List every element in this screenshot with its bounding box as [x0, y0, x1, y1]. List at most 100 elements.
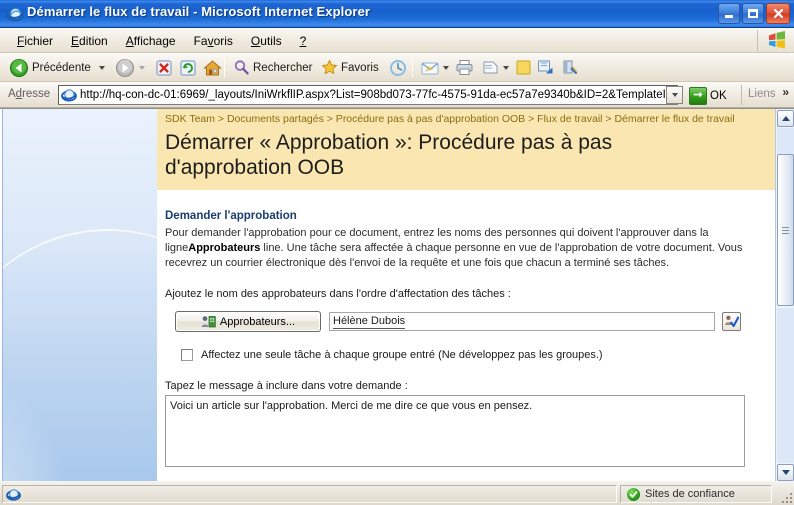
- page-viewport: SDK Team > Documents partagés > Procédur…: [0, 108, 794, 481]
- note-icon: [516, 60, 531, 75]
- message-textarea[interactable]: Voici un article sur l'approbation. Merc…: [165, 395, 745, 467]
- home-icon: [203, 59, 222, 75]
- discuss-button[interactable]: [512, 56, 535, 79]
- favorites-button[interactable]: Favoris: [318, 56, 382, 79]
- address-dropdown-button[interactable]: [666, 86, 683, 104]
- refresh-button[interactable]: [176, 56, 200, 79]
- approvers-picker-button[interactable]: Approbateurs...: [175, 311, 321, 332]
- scrollbar-thumb[interactable]: [777, 154, 794, 306]
- forward-arrow-icon: [116, 58, 134, 77]
- toolbar-overflow-icon[interactable]: »: [782, 85, 789, 99]
- security-zone-text: Sites de confiance: [645, 488, 735, 500]
- messenger-icon: [538, 60, 553, 74]
- approvers-input[interactable]: Hélène Dubois: [329, 312, 715, 331]
- stop-icon: [156, 60, 172, 75]
- security-zone-panel[interactable]: Sites de confiance: [620, 485, 772, 503]
- section-description-bold: Approbateurs: [188, 242, 261, 254]
- home-button[interactable]: [200, 56, 225, 79]
- scroll-down-button[interactable]: [777, 464, 794, 481]
- windows-flag-logo-icon: [767, 31, 787, 50]
- chevron-down-icon: [99, 65, 105, 70]
- printer-icon: [456, 60, 473, 75]
- page-vertical-scrollbar[interactable]: [775, 109, 794, 481]
- ie-status-icon: [6, 487, 21, 502]
- message-textarea-value: Voici un article sur l'approbation. Merc…: [170, 400, 533, 412]
- breadcrumb[interactable]: SDK Team > Documents partagés > Procédur…: [165, 113, 765, 126]
- refresh-icon: [180, 60, 196, 75]
- edit-page-icon: [483, 61, 498, 74]
- chevron-down-icon: [503, 65, 509, 70]
- menu-bar: Fichier Edition Affichage Favoris Outils…: [0, 28, 794, 53]
- forward-button[interactable]: [112, 56, 138, 79]
- chevron-down-icon: [139, 65, 145, 70]
- scrollbar-track-below[interactable]: [777, 308, 794, 463]
- address-divider: [741, 85, 742, 105]
- approvers-input-value: Hélène Dubois: [333, 314, 406, 329]
- mail-icon: [421, 62, 439, 74]
- scroll-up-button[interactable]: [777, 110, 794, 127]
- trusted-sites-check-icon: [627, 487, 640, 501]
- status-bar: Sites de confiance: [0, 481, 794, 505]
- ie-page-icon: [61, 87, 77, 103]
- links-bar-label[interactable]: Liens: [748, 88, 776, 100]
- ie-icon: [5, 5, 25, 23]
- go-arrow-icon: ➞: [689, 86, 707, 105]
- chevron-down-icon: [671, 93, 678, 97]
- print-button[interactable]: [452, 56, 477, 79]
- single-task-checkbox-row[interactable]: Affectez une seule tâche à chaque groupe…: [165, 348, 761, 362]
- back-dropdown-button[interactable]: [96, 56, 108, 79]
- edit-button[interactable]: [478, 56, 512, 79]
- minimize-button[interactable]: [718, 3, 740, 24]
- title-bar: Démarrer le flux de travail - Microsoft …: [0, 0, 794, 28]
- mail-button[interactable]: [418, 56, 452, 79]
- back-arrow-icon: [10, 58, 28, 77]
- page-title: Démarrer « Approbation »: Procédure pas …: [165, 131, 613, 179]
- approvers-row: Approbateurs... Hélène Dubois: [165, 311, 761, 332]
- section-title: Demander l'approbation: [165, 210, 297, 222]
- back-button[interactable]: Précédente: [6, 56, 94, 79]
- favorites-button-label: Favoris: [341, 61, 379, 74]
- forward-dropdown-button[interactable]: [136, 56, 148, 79]
- ie-browser-window: Démarrer le flux de travail - Microsoft …: [0, 0, 794, 505]
- search-button-label: Rechercher: [253, 61, 313, 74]
- toolbar-divider-2: [412, 58, 413, 77]
- menu-label-outils: utils: [260, 34, 282, 48]
- menu-label-fichier: ichier: [24, 34, 54, 48]
- menu-item-fichier[interactable]: Fichier: [8, 32, 62, 50]
- messenger-button[interactable]: [534, 56, 558, 79]
- menu-item-edition[interactable]: Edition: [62, 32, 117, 50]
- go-button[interactable]: ➞ OK: [689, 86, 727, 105]
- menu-item-outils[interactable]: Outils: [242, 32, 291, 50]
- check-names-button[interactable]: [722, 312, 741, 331]
- search-button[interactable]: Rechercher: [230, 56, 315, 79]
- chevron-down-icon: [443, 65, 449, 70]
- stop-button[interactable]: [152, 56, 176, 79]
- sharepoint-left-gradient-panel: [2, 109, 157, 481]
- people-icon: [201, 315, 216, 329]
- menu-item-favoris[interactable]: Favoris: [185, 32, 242, 50]
- history-button[interactable]: [386, 56, 410, 79]
- menu-item-affichage[interactable]: Affichage: [117, 32, 185, 50]
- page-content: SDK Team > Documents partagés > Procédur…: [157, 109, 775, 481]
- history-icon: [390, 59, 406, 76]
- single-task-checkbox-label: Affectez une seule tâche à chaque groupe…: [201, 349, 603, 361]
- maximize-button[interactable]: [742, 3, 764, 24]
- go-button-label: OK: [710, 89, 727, 102]
- address-input[interactable]: http://hq-con-dc-01:6969/_layouts/IniWrk…: [58, 85, 678, 105]
- research-button[interactable]: [558, 56, 581, 79]
- star-icon: [322, 60, 337, 75]
- approvers-field-label: Ajoutez le nom des approbateurs dans l'o…: [165, 288, 511, 300]
- scrollbar-track-above[interactable]: [777, 128, 794, 154]
- browser-toolbar: Précédente Rechercher Favoris: [0, 53, 794, 82]
- close-button[interactable]: [766, 3, 790, 24]
- window-title: Démarrer le flux de travail - Microsoft …: [27, 4, 371, 19]
- menu-item-aide[interactable]: ?: [291, 32, 316, 50]
- check-names-icon: [725, 315, 739, 328]
- address-url-text: http://hq-con-dc-01:6969/_layouts/IniWrk…: [80, 89, 677, 101]
- address-label: Adresse: [8, 88, 51, 100]
- section-description: Pour demander l'approbation pour ce docu…: [165, 226, 748, 271]
- toolbar-divider: [224, 58, 225, 77]
- resize-grip-icon[interactable]: [778, 489, 792, 503]
- address-bar: Adresse http://hq-con-dc-01:6969/_layout…: [0, 82, 794, 108]
- single-task-checkbox[interactable]: [181, 349, 193, 361]
